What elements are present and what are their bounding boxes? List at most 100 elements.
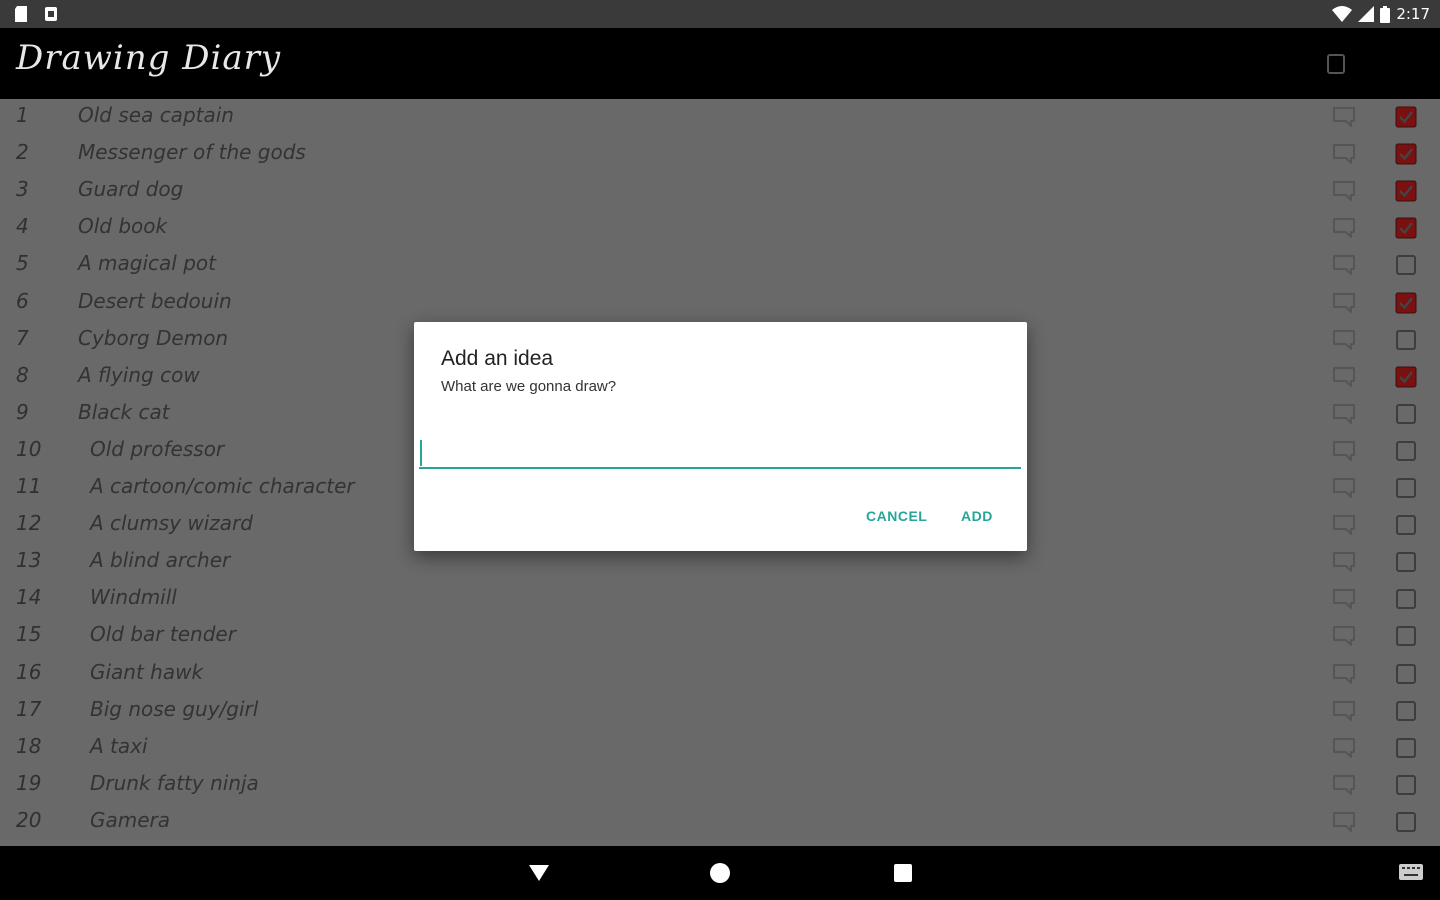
status-bar: 2:17	[0, 0, 1440, 28]
comment-icon[interactable]	[1332, 217, 1356, 243]
comment-icon[interactable]	[1332, 514, 1356, 540]
app-bar: Drawing Diary	[0, 28, 1440, 99]
idea-row[interactable]: 1 Old sea captain	[0, 99, 1440, 136]
idea-row[interactable]: 6 Desert bedouin	[0, 285, 1440, 322]
idea-text: Old professor	[90, 437, 225, 461]
comment-icon[interactable]	[1332, 625, 1356, 651]
idea-number: 20	[16, 808, 42, 832]
dialog-title: Add an idea	[441, 347, 554, 370]
add-button[interactable]: ADD	[961, 508, 993, 524]
app-title: Drawing Diary	[16, 38, 282, 78]
comment-icon[interactable]	[1332, 366, 1356, 392]
comment-icon[interactable]	[1332, 700, 1356, 726]
idea-number: 11	[16, 474, 42, 498]
idea-row[interactable]: 18 A taxi	[0, 730, 1440, 767]
sd-card-icon	[14, 6, 28, 22]
checkbox-unchecked[interactable]	[1395, 514, 1417, 536]
checkbox-unchecked[interactable]	[1395, 737, 1417, 759]
idea-row[interactable]: 14 Windmill	[0, 581, 1440, 618]
input-caret	[420, 440, 422, 466]
idea-text: Old book	[78, 214, 168, 238]
checkbox-unchecked[interactable]	[1395, 440, 1417, 462]
idea-text: Giant hawk	[90, 660, 204, 684]
comment-icon[interactable]	[1332, 477, 1356, 503]
comment-icon[interactable]	[1332, 551, 1356, 577]
idea-number: 4	[16, 214, 29, 238]
idea-number: 5	[16, 251, 29, 275]
comment-icon[interactable]	[1332, 440, 1356, 466]
idea-text: Old bar tender	[90, 622, 236, 646]
checkbox-unchecked[interactable]	[1395, 625, 1417, 647]
idea-row[interactable]: 4 Old book	[0, 210, 1440, 247]
idea-row[interactable]: 17 Big nose guy/girl	[0, 693, 1440, 730]
comment-icon[interactable]	[1332, 811, 1356, 837]
comment-icon[interactable]	[1332, 106, 1356, 132]
add-idea-dialog: Add an idea What are we gonna draw? CANC…	[414, 322, 1027, 551]
idea-input[interactable]	[419, 435, 1021, 469]
idea-row[interactable]: 3 Guard dog	[0, 173, 1440, 210]
comment-icon[interactable]	[1332, 292, 1356, 318]
idea-row[interactable]: 2 Messenger of the gods	[0, 136, 1440, 173]
keyboard-icon[interactable]	[1398, 863, 1424, 885]
comment-icon[interactable]	[1332, 588, 1356, 614]
idea-text: A flying cow	[78, 363, 200, 387]
idea-number: 14	[16, 585, 42, 609]
comment-icon[interactable]	[1332, 663, 1356, 689]
idea-text: Old sea captain	[78, 103, 234, 127]
comment-icon[interactable]	[1332, 737, 1356, 763]
idea-number: 7	[16, 326, 29, 350]
checkbox-unchecked[interactable]	[1395, 811, 1417, 833]
checkbox-unchecked[interactable]	[1395, 329, 1417, 351]
idea-number: 9	[16, 400, 29, 424]
home-icon[interactable]	[709, 863, 731, 889]
idea-number: 19	[16, 771, 42, 795]
checkbox-checked[interactable]	[1395, 106, 1417, 128]
checkbox-unchecked[interactable]	[1395, 588, 1417, 610]
dialog-message: What are we gonna draw?	[441, 378, 617, 395]
idea-text: Big nose guy/girl	[90, 697, 259, 721]
idea-row[interactable]: 15 Old bar tender	[0, 618, 1440, 655]
checkbox-checked[interactable]	[1395, 366, 1417, 388]
idea-row[interactable]: 19 Drunk fatty ninja	[0, 767, 1440, 804]
idea-row[interactable]: 16 Giant hawk	[0, 656, 1440, 693]
menu-icon[interactable]	[1327, 54, 1345, 78]
idea-text: Windmill	[90, 585, 177, 609]
idea-number: 6	[16, 289, 29, 313]
wifi-icon	[1332, 6, 1353, 22]
idea-number: 8	[16, 363, 29, 387]
battery-icon	[1380, 5, 1391, 23]
cancel-button[interactable]: CANCEL	[866, 508, 927, 524]
status-time: 2:17	[1396, 5, 1430, 23]
checkbox-checked[interactable]	[1395, 143, 1417, 165]
checkbox-unchecked[interactable]	[1395, 477, 1417, 499]
checkbox-unchecked[interactable]	[1395, 663, 1417, 685]
navigation-bar	[0, 846, 1440, 900]
checkbox-checked[interactable]	[1395, 292, 1417, 314]
comment-icon[interactable]	[1332, 403, 1356, 429]
idea-number: 3	[16, 177, 29, 201]
recents-icon[interactable]	[893, 863, 913, 887]
idea-number: 15	[16, 622, 42, 646]
idea-text: Drunk fatty ninja	[90, 771, 259, 795]
comment-icon[interactable]	[1332, 180, 1356, 206]
idea-row[interactable]: 5 A magical pot	[0, 247, 1440, 284]
idea-row[interactable]: 20 Gamera	[0, 804, 1440, 841]
checkbox-checked[interactable]	[1395, 217, 1417, 239]
idea-number: 17	[16, 697, 42, 721]
comment-icon[interactable]	[1332, 254, 1356, 280]
comment-icon[interactable]	[1332, 774, 1356, 800]
idea-text: Desert bedouin	[78, 289, 232, 313]
idea-text: Black cat	[78, 400, 170, 424]
checkbox-unchecked[interactable]	[1395, 774, 1417, 796]
checkbox-unchecked[interactable]	[1395, 254, 1417, 276]
checkbox-unchecked[interactable]	[1395, 551, 1417, 573]
comment-icon[interactable]	[1332, 329, 1356, 355]
idea-text: Cyborg Demon	[78, 326, 229, 350]
comment-icon[interactable]	[1332, 143, 1356, 169]
checkbox-unchecked[interactable]	[1395, 700, 1417, 722]
checkbox-checked[interactable]	[1395, 180, 1417, 202]
idea-number: 2	[16, 140, 29, 164]
checkbox-unchecked[interactable]	[1395, 403, 1417, 425]
idea-number: 12	[16, 511, 42, 535]
back-icon[interactable]	[528, 863, 550, 887]
